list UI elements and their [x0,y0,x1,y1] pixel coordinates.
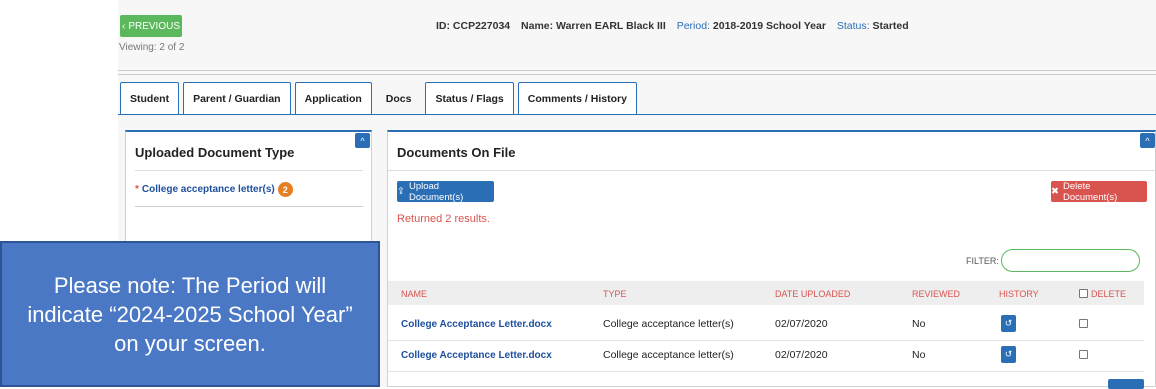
select-all-checkbox[interactable] [1079,289,1088,298]
reviewed-value: No [912,349,926,361]
right-panel-title: Documents On File [397,145,516,160]
history-button[interactable]: ↺ [1001,315,1016,332]
save-button[interactable] [1108,379,1144,389]
history-icon: ↺ [1004,318,1013,328]
column-header-name[interactable]: NAME [401,289,427,299]
filter-label: FILTER: [966,256,999,266]
column-header-type[interactable]: TYPE [603,289,627,299]
reviewed-value: No [912,318,926,330]
student-info: ID: CCP227034 Name: Warren EARL Black II… [436,20,909,32]
tab-bar: Student Parent / Guardian Application Do… [120,82,637,115]
divider [388,170,1155,171]
history-button[interactable]: ↺ [1001,346,1016,363]
column-header-reviewed[interactable]: REVIEWED [912,289,960,299]
student-name: Name: Warren EARL Black III [521,20,666,32]
divider [135,170,363,171]
delete-checkbox[interactable] [1079,319,1088,328]
delete-documents-button[interactable]: ✖ Delete Document(s) [1051,180,1147,203]
document-type-item[interactable]: * College acceptance letter(s) 2 [135,182,293,197]
status-value: Started [872,20,909,32]
tab-student[interactable]: Student [120,82,180,115]
filter-input[interactable] [1001,249,1140,272]
document-name-link[interactable]: College Acceptance Letter.docx [401,350,552,361]
chevron-up-icon: ^ [1145,135,1150,146]
upload-label: Upload Document(s) [408,180,464,203]
tab-docs[interactable]: Docs [376,82,422,115]
tab-status-flags[interactable]: Status / Flags [425,82,514,115]
date-uploaded: 02/07/2020 [775,349,828,361]
delete-checkbox[interactable] [1079,350,1088,359]
previous-label: PREVIOUS [128,20,181,32]
tab-parent-guardian[interactable]: Parent / Guardian [183,82,291,115]
tab-comments-history[interactable]: Comments / History [517,82,637,115]
document-type-label: College acceptance letter(s) [141,184,275,195]
divider [135,206,363,207]
collapse-right-panel-button[interactable]: ^ [1140,133,1155,148]
divider [118,74,1156,75]
upload-icon: ⇪ [397,186,405,197]
column-header-delete: DELETE [1091,289,1127,299]
tab-application[interactable]: Application [294,82,372,115]
document-name-link[interactable]: College Acceptance Letter.docx [401,319,552,330]
results-count: Returned 2 results. [397,213,490,225]
student-id: ID: CCP227034 [436,20,511,32]
collapse-left-panel-button[interactable]: ^ [355,133,370,148]
period-label: Period: [676,20,710,32]
document-type: College acceptance letter(s) [603,349,734,361]
chevron-up-icon: ^ [360,135,365,146]
date-uploaded: 02/07/2020 [775,318,828,330]
row-divider [388,340,1144,341]
tab-underline [118,114,1156,115]
close-icon: ✖ [1051,186,1059,197]
column-header-date[interactable]: DATE UPLOADED [775,289,850,299]
left-panel-title: Uploaded Document Type [135,145,295,160]
document-count-badge: 2 [277,182,293,197]
divider [118,70,1156,71]
status-label: Status: [836,20,870,32]
history-icon: ↺ [1004,349,1013,359]
column-header-history[interactable]: HISTORY [999,289,1039,299]
period-value: 2018-2019 School Year [712,20,826,32]
period-note-callout: Please note: The Period will indicate “2… [0,241,380,387]
chevron-left-icon: ‹ [121,20,126,32]
viewing-count: Viewing: 2 of 2 [119,42,185,53]
upload-documents-button[interactable]: ⇪ Upload Document(s) [397,180,494,203]
previous-button[interactable]: ‹ PREVIOUS [120,15,182,37]
document-type: College acceptance letter(s) [603,318,734,330]
required-mark: * [135,184,139,195]
row-divider [388,371,1144,372]
note-text: Please note: The Period will indicate “2… [27,272,353,356]
delete-label: Delete Document(s) [1062,180,1118,203]
